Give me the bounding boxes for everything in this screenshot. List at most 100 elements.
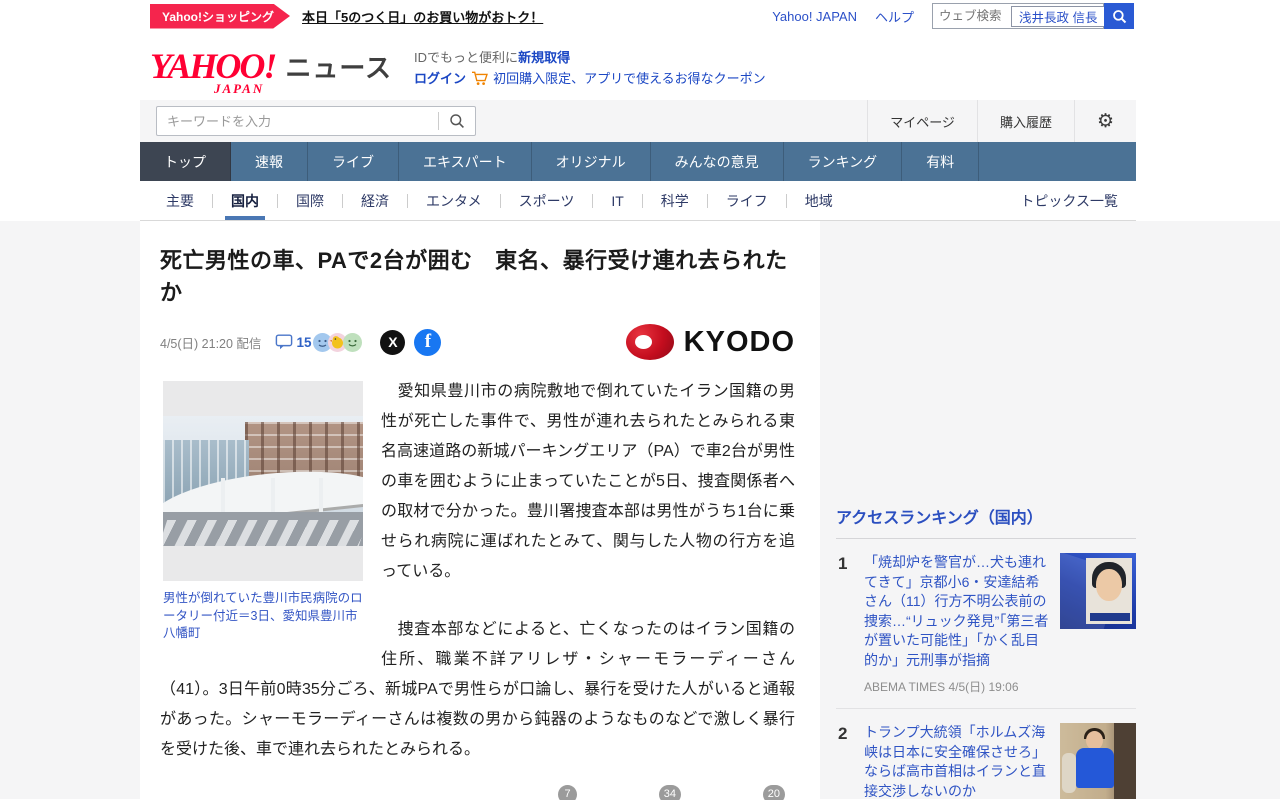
subnav-life[interactable]: ライフ	[724, 181, 770, 220]
web-search: 浅井長政 信長	[932, 3, 1134, 29]
rank-number: 2	[838, 724, 848, 743]
searchrow-right: マイページ 購入履歴 ⚙	[867, 100, 1136, 142]
yahoo-logo[interactable]: YAHOO! JAPAN	[150, 46, 277, 96]
divider	[277, 193, 278, 208]
nav-tab-live[interactable]: ライブ	[308, 142, 399, 181]
id-promo-line: IDでもっと便利に新規取得	[414, 48, 766, 67]
article-figure: 男性が倒れていた豊川市民病院のロータリー付近＝3日、愛知県豊川市八幡町	[163, 381, 363, 643]
yahoo-shopping-badge[interactable]: Yahoo!ショッピング	[150, 3, 291, 29]
search-icon	[1112, 9, 1126, 23]
article-title: 死亡男性の車、PAで2台が囲む 東名、暴行受け連れ去られたか	[160, 248, 788, 305]
id-promo-area: IDでもっと便利に新規取得 ログイン 初回購入限定、アプリで使えるお得なクーポン	[414, 44, 766, 88]
id-promo-prefix: IDでもっと便利に	[414, 50, 519, 65]
web-search-input[interactable]	[933, 9, 1011, 23]
help-link[interactable]: ヘルプ	[875, 7, 914, 26]
facebook-share-icon[interactable]: f	[414, 328, 442, 356]
promo-link[interactable]: 本日「5のつく日」のお買い物がおトク！	[302, 7, 543, 26]
article-body: 男性が倒れていた豊川市民病院のロータリー付近＝3日、愛知県豊川市八幡町 愛知県豊…	[160, 377, 795, 765]
top-promo-bar: Yahoo!ショッピング 本日「5のつく日」のお買い物がおトク！ Yahoo! …	[0, 0, 1280, 32]
reaction-emoji-row	[313, 332, 363, 352]
login-line: ログイン 初回購入限定、アプリで使えるお得なクーポン	[414, 69, 766, 88]
divider	[785, 193, 787, 208]
column-gap	[820, 221, 836, 799]
coupon-link[interactable]: 初回購入限定、アプリで使えるお得なクーポン	[493, 69, 766, 88]
subnav-shuyo[interactable]: 主要	[164, 181, 196, 220]
article-date: 4/5(日) 21:20 配信	[160, 336, 262, 351]
ranking-source: ABEMA TIMES 4/5(日) 19:06	[864, 680, 1019, 694]
service-name[interactable]: ニュース	[285, 48, 392, 85]
comment-bubble-icon	[276, 334, 293, 350]
x-share-icon[interactable]: X	[380, 329, 406, 355]
web-search-box: 浅井長政 信長	[932, 3, 1106, 29]
keyword-search-input[interactable]	[157, 113, 438, 129]
nav-tab-original[interactable]: オリジナル	[532, 142, 651, 181]
yahoo-logo-japan: JAPAN	[214, 81, 265, 96]
share-buttons: X f	[380, 328, 442, 356]
keyword-search-button[interactable]	[439, 107, 475, 135]
topics-list-link[interactable]: トピックス一覧	[1020, 191, 1118, 211]
thumbnail[interactable]	[1060, 553, 1136, 629]
keyword-search-row: マイページ 購入履歴 ⚙	[140, 100, 1136, 142]
web-search-button[interactable]	[1104, 3, 1134, 29]
divider	[499, 193, 501, 208]
rank-number: 1	[838, 554, 848, 573]
provider-name: KYODO	[683, 325, 795, 358]
photo-caption[interactable]: 男性が倒れていた豊川市民病院のロータリー付近＝3日、愛知県豊川市八幡町	[163, 590, 363, 643]
nav-tab-sokuho[interactable]: 速報	[231, 142, 308, 181]
subnav-it[interactable]: IT	[609, 181, 625, 220]
purchase-history-link[interactable]: 購入履歴	[976, 100, 1074, 142]
nav-tab-paid[interactable]: 有料	[902, 142, 980, 181]
keyword-search-box	[156, 106, 476, 136]
reaction-count-badge: 20	[762, 785, 785, 800]
username-chip[interactable]: 浅井長政 信長	[1011, 5, 1106, 27]
comment-count: 15	[296, 334, 312, 350]
cart-icon	[472, 71, 489, 85]
mypage-link[interactable]: マイページ	[867, 100, 977, 142]
divider	[407, 193, 408, 208]
divider	[706, 193, 708, 208]
ranking-title[interactable]: トランプ大統領「ホルムズ海峡は日本に安全確保させろ」 ならば高市首相はイランと直…	[864, 723, 1053, 800]
kyodo-mark-icon	[625, 324, 674, 360]
reaction-count-badge: 7	[558, 785, 577, 800]
nav-tab-opinions[interactable]: みんなの意見	[651, 142, 784, 181]
yahoo-logo-text: YAHOO!	[150, 46, 277, 86]
login-link[interactable]: ログイン	[414, 69, 466, 88]
reaction-count-badge: 34	[658, 785, 681, 800]
access-ranking-heading[interactable]: アクセスランキング（国内）	[836, 504, 1136, 528]
article-meta: 4/5(日) 21:20 配信 15 X f KYODO	[160, 323, 795, 361]
topbar-right: Yahoo! JAPAN ヘルプ 浅井長政 信長	[772, 3, 1134, 29]
subnav-sports[interactable]: スポーツ	[517, 181, 577, 220]
divider	[641, 193, 643, 208]
article-photo[interactable]	[163, 381, 363, 581]
hospital-photo-art	[163, 416, 363, 546]
ranking-title[interactable]: 「焼却炉を警官が…犬も連れてきて」京都小6・安達結希さん（11）行方不明公表前の…	[864, 553, 1050, 670]
divider	[592, 193, 594, 208]
search-icon	[450, 114, 464, 128]
yahoo-japan-link[interactable]: Yahoo! JAPAN	[772, 9, 857, 24]
nav-tab-ranking[interactable]: ランキング	[784, 142, 903, 181]
nav-tab-expert[interactable]: エキスパート	[399, 142, 532, 181]
content-area: 死亡男性の車、PAで2台が囲む 東名、暴行受け連れ去られたか 4/5(日) 21…	[0, 221, 1280, 800]
subnav-kagaku[interactable]: 科学	[659, 181, 691, 220]
site-header: YAHOO! JAPAN ニュース IDでもっと便利に新規取得 ログイン 初回購…	[0, 32, 1280, 100]
article: 死亡男性の車、PAで2台が囲む 東名、暴行受け連れ去られたか 4/5(日) 21…	[140, 221, 820, 800]
subnav-chiiki[interactable]: 地域	[803, 181, 835, 220]
nav-tab-top[interactable]: トップ	[140, 142, 231, 181]
settings-gear[interactable]: ⚙	[1073, 100, 1136, 142]
ranking-item-1[interactable]: 1 「焼却炉を警官が…犬も連れてきて」京都小6・安達結希さん（11）行方不明公表…	[836, 539, 1136, 709]
subnav-kokusai[interactable]: 国際	[294, 181, 326, 220]
signup-link[interactable]: 新規取得	[518, 50, 570, 65]
subnav-entame[interactable]: エンタメ	[424, 181, 484, 220]
subnav-kokunai[interactable]: 国内	[225, 181, 265, 220]
divider	[342, 193, 343, 208]
divider	[212, 193, 213, 208]
sidebar: アクセスランキング（国内） 1 「焼却炉を警官が…犬も連れてきて」京都小6・安達…	[836, 221, 1136, 799]
gear-icon: ⚙	[1096, 110, 1114, 132]
provider-logo[interactable]: KYODO	[625, 324, 795, 360]
ranking-item-2[interactable]: 2 トランプ大統領「ホルムズ海峡は日本に安全確保させろ」 ならば高市首相はイラン…	[836, 709, 1136, 800]
thumbnail[interactable]	[1060, 723, 1136, 799]
category-navigation: 主要 国内 国際 経済 エンタメ スポーツ IT 科学 ライフ 地域 トピックス…	[140, 181, 1136, 221]
subnav-keizai[interactable]: 経済	[359, 181, 391, 220]
main-navigation: トップ 速報 ライブ エキスパート オリジナル みんなの意見 ランキング 有料	[140, 142, 1136, 181]
comment-link[interactable]: 15	[275, 334, 311, 350]
